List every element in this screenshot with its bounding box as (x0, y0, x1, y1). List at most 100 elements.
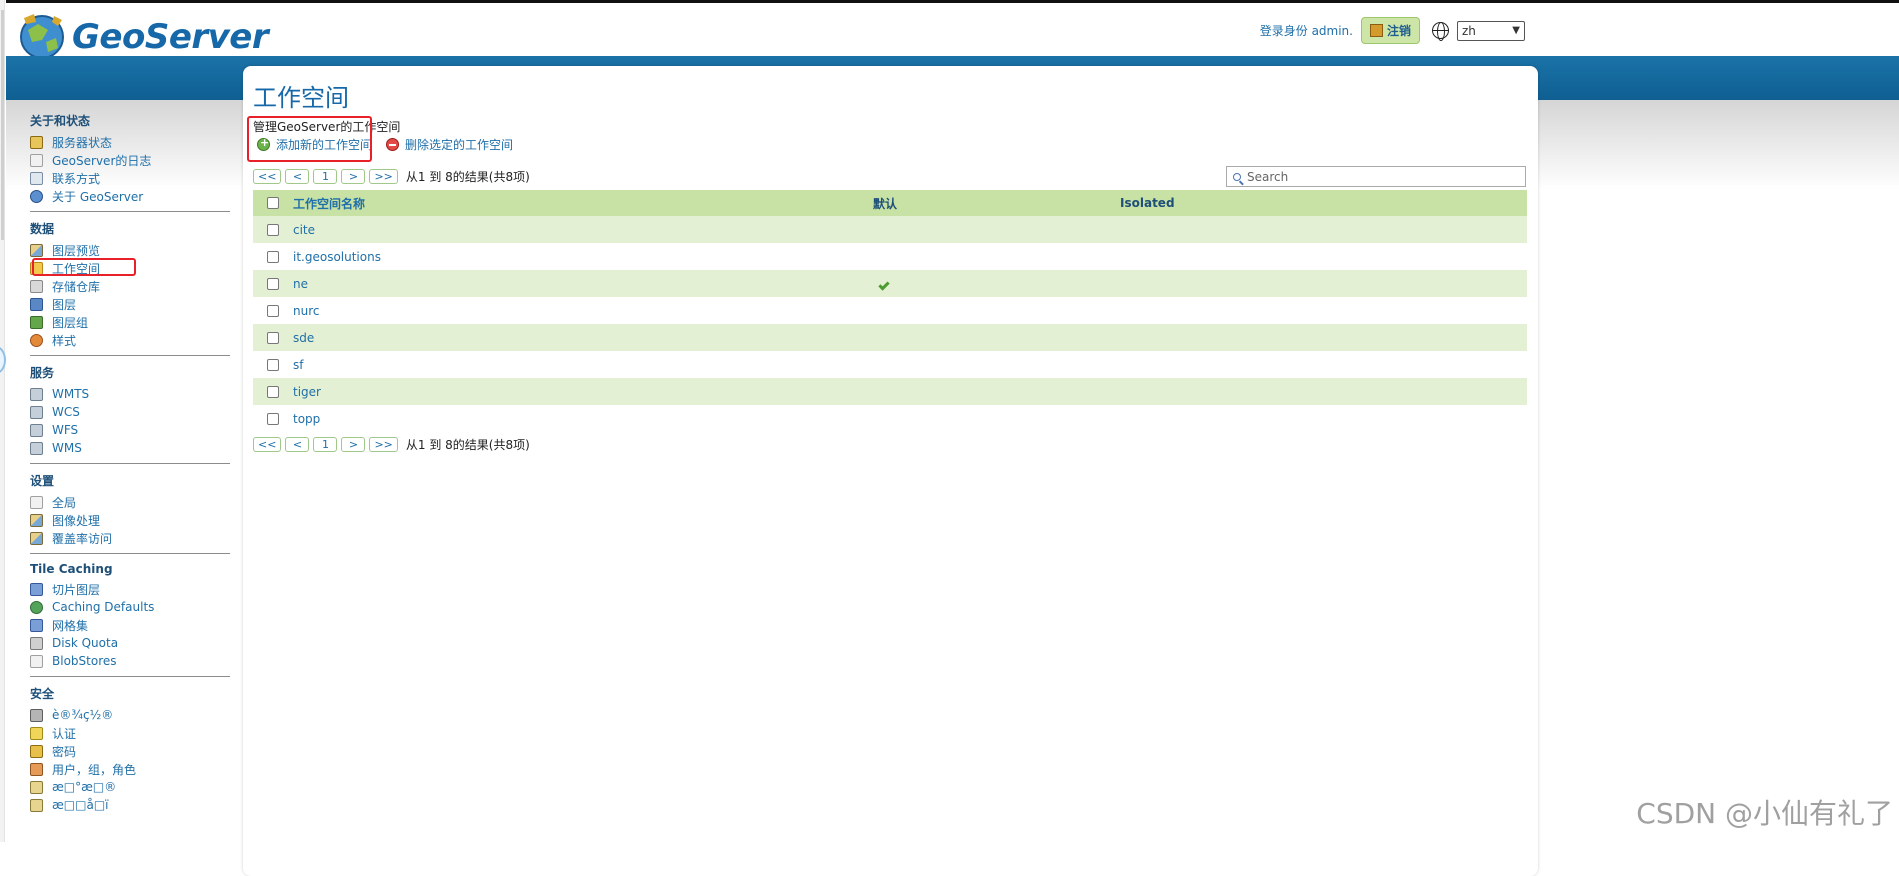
pager-prev-button[interactable]: < (285, 437, 310, 452)
pager-first-button[interactable]: << (253, 169, 282, 184)
workspace-name-link[interactable]: it.geosolutions (293, 250, 873, 264)
workspace-name-link[interactable]: cite (293, 223, 873, 237)
page-title: 工作空间 (253, 84, 349, 112)
table-row: topp (253, 405, 1527, 432)
sidebar-item[interactable]: 服务器状态 (30, 133, 230, 151)
brand-name: GeoServer (72, 17, 269, 57)
sidebar-item[interactable]: 覆盖率访问 (30, 529, 230, 547)
column-header-isolated[interactable]: Isolated (1120, 196, 1527, 210)
pager-first-button[interactable]: << (253, 437, 282, 452)
language-select[interactable]: zh ▼ (1457, 20, 1525, 41)
globe-icon (30, 600, 43, 614)
sidebar-item-label: 认证 (52, 726, 77, 741)
sidebar-item[interactable]: Disk Quota (30, 634, 230, 652)
sidebar-item[interactable]: 存储仓库 (30, 277, 230, 295)
sidebar-item[interactable]: Caching Defaults (30, 598, 230, 616)
sidebar-item-label: 图层 (52, 297, 77, 312)
row-checkbox[interactable] (267, 412, 279, 425)
sidebar-item-label: 样式 (52, 333, 77, 348)
workspace-name-link[interactable]: ne (293, 277, 873, 291)
sidebar-item-label: 全局 (52, 495, 77, 510)
pager-next-button[interactable]: > (341, 169, 366, 184)
row-checkbox[interactable] (267, 304, 279, 317)
workspace-name-link[interactable]: sde (293, 331, 873, 345)
sidebar-item[interactable]: 样式 (30, 331, 230, 349)
sidebar-item[interactable]: 全局 (30, 493, 230, 511)
row-checkbox[interactable] (267, 277, 279, 290)
login-status: 登录身份 admin. (1259, 24, 1353, 38)
sidebar-item-label: 用户，组，角色 (52, 762, 137, 777)
checkmark-icon (878, 278, 890, 291)
sidebar-item-label: 存储仓库 (52, 279, 101, 294)
pager-prev-button[interactable]: < (285, 169, 310, 184)
column-header-name[interactable]: 工作空间名称 (293, 195, 873, 212)
edge-bubble-icon[interactable] (0, 346, 6, 374)
pager-last-button[interactable]: >> (369, 437, 398, 452)
sidebar-item[interactable]: GeoServer的日志 (30, 151, 230, 169)
scrollbar-thumb[interactable] (1, 10, 4, 240)
service-icon (30, 441, 43, 455)
workspace-name-link[interactable]: topp (293, 412, 873, 426)
row-checkbox[interactable] (267, 223, 279, 236)
sidebar-item[interactable]: BlobStores (30, 652, 230, 670)
nav-section-title: 设置 (30, 474, 55, 488)
pager-page-button[interactable]: 1 (313, 169, 338, 184)
sidebar-item-label: Caching Defaults (52, 600, 155, 614)
nav-section: 服务 WMTS WCS WFS WMS (30, 364, 230, 464)
geoserver-globe-icon (20, 14, 64, 59)
sidebar-item[interactable]: 关于 GeoServer (30, 187, 230, 205)
map-preview-icon (30, 243, 43, 257)
pager-last-button[interactable]: >> (369, 169, 398, 184)
sidebar-item-label: GeoServer的日志 (52, 153, 152, 168)
pager-page-button[interactable]: 1 (313, 437, 338, 452)
server-status-icon (30, 135, 43, 149)
nav-section-title: 安全 (30, 687, 55, 701)
logout-icon (1369, 24, 1383, 37)
remove-workspace-link[interactable]: 删除选定的工作空间 (386, 136, 513, 153)
workspace-name-link[interactable]: nurc (293, 304, 873, 318)
column-header-default[interactable]: 默认 (873, 195, 1120, 212)
sidebar-item-label: 密码 (52, 744, 77, 759)
sidebar-item[interactable]: 图层预览 (30, 241, 230, 259)
search-icon (1233, 172, 1241, 181)
window-edge-strip (0, 0, 5, 842)
sidebar-item-label: 图像处理 (52, 513, 101, 528)
sidebar-item[interactable]: WCS (30, 403, 230, 421)
workspace-name-link[interactable]: sf (293, 358, 873, 372)
logout-button[interactable]: 注销 (1360, 17, 1420, 44)
sidebar-item[interactable]: 联系方式 (30, 169, 230, 187)
sidebar-item-label: 覆盖率访问 (52, 531, 113, 546)
sidebar-item[interactable]: æ□□å□ï (30, 796, 230, 814)
table-body: cite it.geosolutions ne nurc sde sf tiger topp (253, 216, 1527, 432)
sidebar-item[interactable]: WFS (30, 421, 230, 439)
workspace-table: 工作空间名称 默认 Isolated cite it.geosolutions ne… (253, 190, 1527, 432)
row-checkbox[interactable] (267, 385, 279, 398)
workspace-name-link[interactable]: tiger (293, 385, 873, 399)
sidebar-item[interactable]: 图像处理 (30, 511, 230, 529)
table-row: nurc (253, 297, 1527, 324)
sidebar-item-label: 联系方式 (52, 171, 101, 186)
sidebar-item[interactable]: 图层 (30, 295, 230, 313)
logout-label: 注销 (1386, 24, 1411, 38)
select-all-checkbox[interactable] (267, 197, 279, 209)
sidebar-item[interactable]: è®¾ç½® (30, 706, 230, 724)
sidebar-item[interactable]: WMS (30, 439, 230, 457)
sidebar-item[interactable]: 认证 (30, 724, 230, 742)
row-checkbox[interactable] (267, 250, 279, 263)
sidebar-item[interactable]: 切片图层 (30, 580, 230, 598)
sidebar-item[interactable]: 图层组 (30, 313, 230, 331)
sidebar-item[interactable]: æ□°æ□® (30, 778, 230, 796)
info-icon (30, 189, 43, 203)
sidebar-item[interactable]: 用户，组，角色 (30, 760, 230, 778)
sidebar-item-label: æ□°æ□® (52, 780, 117, 794)
search-input[interactable]: Search (1226, 166, 1526, 187)
sidebar-item[interactable]: WMTS (30, 385, 230, 403)
sidebar-item[interactable]: 网格集 (30, 616, 230, 634)
table-row: cite (253, 216, 1527, 243)
nav-section: 数据 图层预览 工作空间 存储仓库 图层 图层组 样式 (30, 220, 230, 356)
pager-next-button[interactable]: > (341, 437, 366, 452)
sidebar-item[interactable]: 密码 (30, 742, 230, 760)
row-checkbox[interactable] (267, 331, 279, 344)
row-checkbox[interactable] (267, 358, 279, 371)
nav-section: 关于和状态 服务器状态 GeoServer的日志 联系方式 关于 GeoServer (30, 112, 230, 212)
